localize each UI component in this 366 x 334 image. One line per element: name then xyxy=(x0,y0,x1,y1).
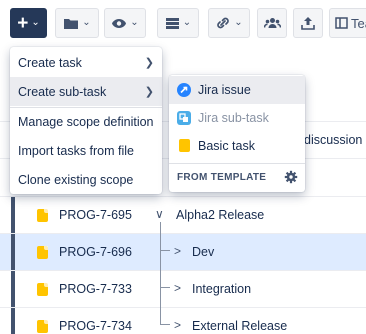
view-mode-button[interactable]: Tea xyxy=(329,8,366,38)
toolbar: + ⌄ ⌄ ⌄ ⌄ ⌄ Tea xyxy=(0,0,366,46)
menu-item-create-sub-task[interactable]: Create sub-task ❯ xyxy=(10,77,162,106)
table-row[interactable]: PROG-7-696 > Dev xyxy=(0,233,366,270)
link-button[interactable]: ⌄ xyxy=(208,8,250,38)
export-button[interactable] xyxy=(293,8,323,38)
task-key[interactable]: PROG-7-695 xyxy=(59,208,132,222)
users-icon xyxy=(263,18,281,28)
panel-icon xyxy=(335,17,348,29)
add-menu: Create task ❯ Create sub-task ❯ Manage s… xyxy=(10,47,162,194)
basic-task-icon xyxy=(179,139,190,152)
basic-task-icon xyxy=(37,246,48,259)
chevron-right-icon: ❯ xyxy=(144,86,154,98)
page: + ⌄ ⌄ ⌄ ⌄ ⌄ Tea discussion xyxy=(0,0,366,334)
expand-toggle-icon[interactable]: > xyxy=(174,244,181,258)
row-indicator xyxy=(11,197,15,233)
create-sub-task-submenu: Jira issue Jira sub-task Basic task FROM… xyxy=(169,75,305,192)
view-mode-label: Tea xyxy=(351,15,366,31)
menu-item-manage-scope[interactable]: Manage scope definition xyxy=(10,107,162,136)
task-name[interactable]: Alpha2 Release xyxy=(176,208,264,222)
row-indicator xyxy=(11,234,15,270)
team-button[interactable] xyxy=(257,8,287,38)
menu-item-import-tasks[interactable]: Import tasks from file xyxy=(10,136,162,165)
plus-icon: + xyxy=(17,12,29,34)
chevron-down-icon: ⌄ xyxy=(182,17,192,28)
jira-subtask-icon xyxy=(177,111,191,125)
columns-button[interactable]: ⌄ xyxy=(157,8,199,38)
menu-item-label: Clone existing scope xyxy=(18,172,134,187)
submenu-item-label: Jira issue xyxy=(198,83,251,97)
chevron-right-icon: ❯ xyxy=(144,57,154,69)
submenu-item-label: Basic task xyxy=(198,139,255,153)
chevron-down-icon: ⌄ xyxy=(31,17,40,28)
expand-toggle-icon[interactable]: > xyxy=(174,281,181,295)
link-icon xyxy=(217,17,230,29)
task-name[interactable]: Dev xyxy=(192,245,214,259)
task-name[interactable]: Integration xyxy=(192,282,251,296)
list-icon xyxy=(165,17,179,29)
jira-icon xyxy=(177,83,191,97)
tree-connector xyxy=(160,222,161,324)
eye-icon xyxy=(112,18,127,28)
gear-icon[interactable] xyxy=(284,170,298,184)
menu-divider xyxy=(169,163,305,164)
menu-item-label: Create sub-task xyxy=(18,84,107,99)
add-button[interactable]: + ⌄ xyxy=(10,8,47,38)
chevron-down-icon: ⌄ xyxy=(234,17,243,28)
table-row[interactable]: PROG-7-695 ∨ Alpha2 Release xyxy=(0,196,366,233)
chevron-down-icon: ⌄ xyxy=(130,17,139,28)
upload-icon xyxy=(301,17,315,30)
row-indicator xyxy=(11,308,15,334)
menu-item-label: Manage scope definition xyxy=(18,114,154,129)
task-key[interactable]: PROG-7-733 xyxy=(59,282,132,296)
submenu-item-jira-issue[interactable]: Jira issue xyxy=(169,76,305,104)
basic-task-icon xyxy=(37,320,48,333)
menu-item-label: Create task xyxy=(18,55,82,70)
folder-button[interactable]: ⌄ xyxy=(55,8,99,38)
task-name[interactable]: External Release xyxy=(192,319,287,333)
submenu-item-label: Jira sub-task xyxy=(198,111,269,125)
tree-connector xyxy=(160,287,170,288)
submenu-item-jira-sub-task[interactable]: Jira sub-task xyxy=(169,104,305,132)
submenu-item-basic-task[interactable]: Basic task xyxy=(169,132,305,160)
expand-toggle-icon[interactable]: > xyxy=(174,318,181,332)
table-row[interactable]: PROG-7-733 > Integration xyxy=(0,270,366,307)
basic-task-icon xyxy=(37,283,48,296)
table-row[interactable]: PROG-7-734 > External Release xyxy=(0,307,366,334)
menu-item-clone-scope[interactable]: Clone existing scope xyxy=(10,165,162,194)
task-key[interactable]: PROG-7-696 xyxy=(59,245,132,259)
view-button[interactable]: ⌄ xyxy=(104,8,146,38)
task-key[interactable]: PROG-7-734 xyxy=(59,319,132,333)
template-section-header: FROM TEMPLATE xyxy=(177,172,267,183)
folder-icon xyxy=(64,18,79,29)
tree-connector xyxy=(160,324,170,325)
chevron-down-icon: ⌄ xyxy=(82,17,91,28)
basic-task-icon xyxy=(37,209,48,222)
background-row-text: discussion xyxy=(304,133,363,147)
menu-item-label: Import tasks from file xyxy=(18,143,134,158)
collapse-toggle-icon[interactable]: ∨ xyxy=(155,207,164,221)
tree-connector xyxy=(160,250,170,251)
row-indicator xyxy=(11,271,15,307)
menu-item-create-task[interactable]: Create task ❯ xyxy=(10,48,162,77)
